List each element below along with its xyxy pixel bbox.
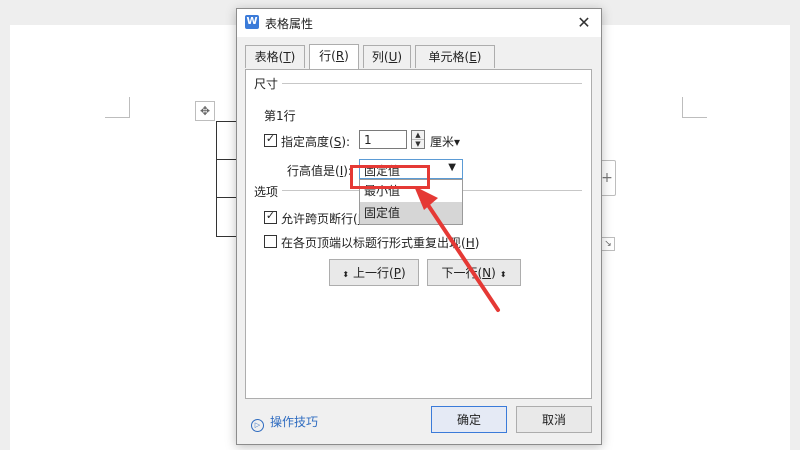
tab-label: 表格( [254,50,284,64]
label-suffix: ): [341,135,351,149]
size-section-label: 尺寸 [254,75,283,92]
label-access-key: H [465,236,475,250]
tab-column[interactable]: 列(U) [363,45,411,68]
tab-access-key: R [335,49,345,63]
tab-access-key: E [469,50,477,64]
dialog-title: 表格属性 [265,17,314,31]
row-height-input[interactable]: 1 [359,130,407,149]
wps-writer-icon: W [245,15,259,29]
arrow-up-icon: ⬍ [342,270,350,279]
repeat-header-checkbox[interactable] [264,235,277,248]
chevron-down-icon: ▼ [448,162,456,173]
check-mark-icon: ✓ [265,209,276,222]
spin-down-icon[interactable]: ▼ [412,140,424,148]
label-text: 在各页顶端以标题行形式重复出现( [281,236,466,250]
button-label-suffix: ) [491,266,496,280]
dialog-title-bar: W 表格属性 ✕ [237,9,601,37]
tab-access-key: T [283,50,291,64]
button-label: 下一行( [441,266,483,280]
tab-label: 列( [371,50,389,64]
page-margin-corner-left [105,97,130,118]
height-type-label: 行高值是(I): [287,162,352,179]
row-tab-panel: 尺寸 第1行 ✓ 指定高度(S): 1 ▲ ▼ 厘米▾ 行高值是(I): 固定值… [245,69,592,399]
table-properties-dialog: W 表格属性 ✕ 表格(T) 行(R) 列(U) 单元格(E) 尺寸 第1行 ✓… [236,8,602,445]
label-text: 允许跨页断行( [281,212,358,226]
check-mark-icon: ✓ [265,132,276,145]
button-access-key: N [482,266,492,280]
annotation-highlight-box [350,165,430,189]
tab-row[interactable]: 行(R) [309,44,359,69]
previous-row-button[interactable]: ⬍ 上一行(P) [329,259,419,286]
spin-up-icon[interactable]: ▲ [412,131,424,140]
options-section-label: 选项 [254,183,283,200]
repeat-header-label: 在各页顶端以标题行形式重复出现(H) [281,234,479,251]
label-text: 行高值是( [287,164,340,178]
tab-table[interactable]: 表格(T) [245,45,305,68]
tab-label: 单元格( [428,50,470,64]
tab-label-suffix: ) [397,50,403,64]
help-link[interactable]: ▷ 操作技巧 [251,413,318,432]
next-row-button[interactable]: 下一行(N) ⬍ [427,259,521,286]
arrow-down-icon: ⬍ [499,270,507,279]
move-cross-icon[interactable]: ✥ [195,101,215,121]
tab-label: 行( [319,49,336,63]
unit-select[interactable]: 厘米▾ [430,133,460,150]
specify-height-checkbox[interactable]: ✓ [264,132,277,147]
section-divider [280,83,582,84]
label-text: 指定高度( [281,135,334,149]
ok-button[interactable]: 确定 [431,406,507,433]
label-suffix: ) [474,236,480,250]
option-fixed[interactable]: 固定值 [360,202,462,224]
page-margin-corner-right [682,97,707,118]
allow-break-label: 允许跨页断行(K) [281,210,370,227]
tab-label-suffix: ) [476,50,482,64]
help-link-label: 操作技巧 [270,415,319,429]
row-number-label: 第1行 [264,109,296,123]
resize-corner-icon[interactable]: ↘ [601,237,615,251]
allow-break-checkbox[interactable]: ✓ [264,209,277,224]
height-spinner[interactable]: ▲ ▼ [411,130,425,149]
button-access-key: P [393,266,401,280]
specify-height-label: 指定高度(S): [281,133,350,150]
button-label: 上一行( [353,266,394,280]
cancel-button[interactable]: 取消 [516,406,592,433]
tab-cell[interactable]: 单元格(E) [415,45,495,68]
tab-label-suffix: ) [344,49,349,63]
play-circle-icon: ▷ [251,419,264,432]
button-label-suffix: ) [400,266,406,280]
close-icon[interactable]: ✕ [573,12,595,34]
tab-label-suffix: ) [290,50,296,64]
